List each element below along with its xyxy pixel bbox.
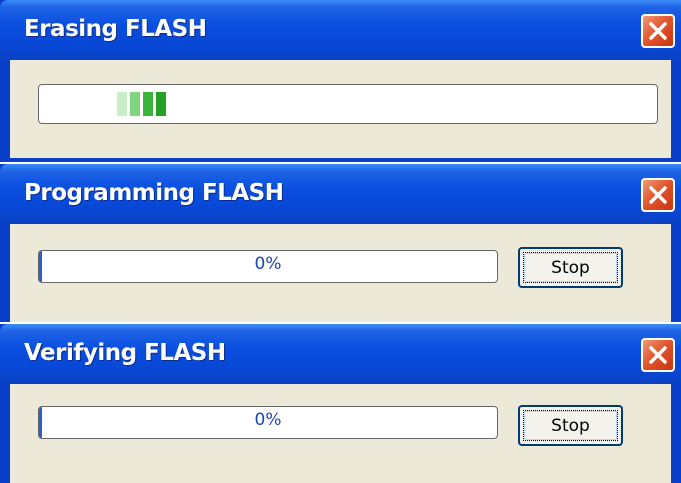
- close-icon: [649, 22, 667, 40]
- verifying-stop-button[interactable]: Stop: [518, 405, 623, 446]
- programming-progress-bar: 0%: [38, 250, 498, 283]
- verifying-client: 0% Stop: [10, 384, 671, 483]
- erasing-progress-bar: [38, 84, 658, 124]
- stop-button-label: Stop: [551, 258, 590, 278]
- verifying-title: Verifying FLASH: [24, 340, 226, 366]
- stop-button-label: Stop: [551, 416, 590, 436]
- programming-close-button[interactable]: [641, 178, 675, 212]
- erasing-close-button[interactable]: [641, 14, 675, 48]
- programming-client: 0% Stop: [10, 224, 671, 322]
- marquee-chunk: [156, 92, 166, 116]
- erasing-titlebar[interactable]: Erasing FLASH: [0, 0, 681, 60]
- verifying-close-button[interactable]: [641, 338, 675, 372]
- programming-flash-dialog: Programming FLASH 0% Stop: [0, 164, 681, 322]
- programming-titlebar[interactable]: Programming FLASH: [0, 164, 681, 224]
- verifying-titlebar[interactable]: Verifying FLASH: [0, 324, 681, 384]
- marquee-chunk: [143, 92, 153, 116]
- erasing-title: Erasing FLASH: [24, 16, 207, 42]
- verifying-progress-bar: 0%: [38, 406, 498, 439]
- marquee-chunk: [130, 92, 140, 116]
- erasing-flash-dialog: Erasing FLASH: [0, 0, 681, 162]
- close-icon: [649, 186, 667, 204]
- verifying-flash-dialog: Verifying FLASH 0% Stop: [0, 324, 681, 483]
- verifying-progress-text: 0%: [254, 410, 282, 430]
- marquee-chunk: [117, 92, 127, 116]
- programming-progress-text: 0%: [254, 254, 282, 274]
- programming-title: Programming FLASH: [24, 180, 284, 206]
- programming-stop-button[interactable]: Stop: [518, 247, 623, 288]
- close-icon: [649, 346, 667, 364]
- erasing-client: [10, 60, 671, 158]
